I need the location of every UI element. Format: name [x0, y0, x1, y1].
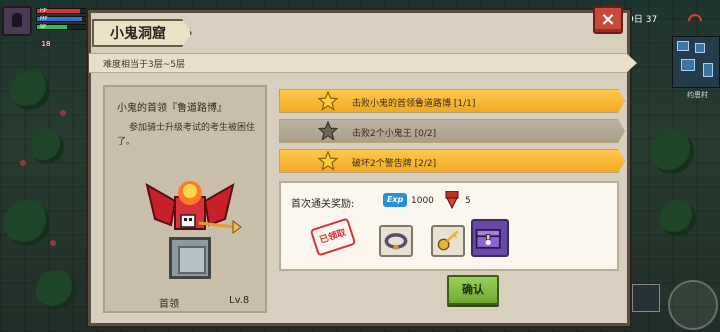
claimed-stamp: 已领取 [309, 217, 357, 257]
difficulty-text: 难度相当于3层~5层 [103, 60, 185, 70]
exp-amount: 1000 [411, 196, 434, 206]
minimap[interactable] [672, 36, 720, 88]
minimap-room [681, 59, 695, 71]
location-name: 约恩村 [687, 91, 708, 99]
star-filled-icon [318, 151, 338, 171]
reward-item-chest[interactable] [471, 219, 509, 257]
first-clear-rewards: 首次通关奖励: Exp 1000 5 已领取 [279, 181, 619, 271]
difficulty-banner: 难度相当于3层~5层 [89, 53, 637, 73]
dungeon-info-dialog: 小鬼洞窟 × 难度相当于3层~5层 小鬼的首领『鲁道路博』 参加骑士升级考试的考… [88, 6, 637, 326]
hp-label: HP [40, 8, 47, 14]
boss-description: 参加骑士升级考试的考生被困住了。 [117, 123, 256, 147]
reward-item-collar[interactable] [379, 225, 413, 257]
sp-label: SP [40, 24, 47, 30]
mp-label: MP [40, 16, 48, 22]
objective-text: 击败小鬼的首领鲁道路博 [1/1] [352, 99, 476, 109]
medal-amount: 5 [465, 196, 471, 206]
alert-icon [686, 12, 700, 26]
medal-icon [445, 191, 459, 209]
dialog-title-tab: 小鬼洞窟 [92, 19, 192, 47]
dialog-title: 小鬼洞窟 [110, 26, 166, 42]
boss-name: 小鬼的首领『鲁道路博』 [117, 103, 227, 114]
minimap-room [695, 43, 705, 53]
objective-item: 破坏2个警告牌 [2/2] [279, 149, 625, 173]
rewards-label: 首次通关奖励: [291, 199, 355, 210]
player-level-badge: 18 [38, 39, 54, 50]
key-icon [437, 230, 459, 251]
player-status-hud: HP MP SP 18 [2, 4, 92, 50]
objective-text: 击败2个小鬼王 [0/2] [352, 129, 437, 139]
demon-boss-icon [145, 181, 242, 234]
objective-item: 击败2个小鬼王 [0/2] [279, 119, 625, 143]
objective-item: 击败小鬼的首领鲁道路博 [1/1] [279, 89, 625, 113]
minimap-room [703, 63, 713, 77]
boss-level: Lv.8 [229, 295, 250, 306]
minimap-room [677, 41, 689, 51]
weapon-swap-button[interactable] [632, 284, 660, 312]
exp-icon: Exp [383, 193, 407, 207]
star-filled-icon [318, 91, 338, 111]
objective-list: 击败小鬼的首领鲁道路博 [1/1] 击败2个小鬼王 [0/2] 破坏2个警告牌 [2… [279, 89, 625, 179]
boss-card: 小鬼的首领『鲁道路博』 参加骑士升级考试的考生被困住了。 首领 Lv.8 [103, 85, 267, 313]
collar-icon [384, 233, 408, 250]
confirm-button[interactable]: 确认 [447, 275, 499, 305]
star-empty-icon [318, 121, 338, 141]
reward-item-key[interactable] [431, 225, 465, 257]
boss-portrait [135, 175, 245, 289]
boss-role-label: 首领 [159, 299, 179, 310]
objective-text: 破坏2个警告牌 [2/2] [352, 159, 437, 169]
close-button[interactable]: × [593, 6, 623, 34]
player-avatar[interactable] [2, 6, 32, 36]
attack-button[interactable] [668, 280, 718, 330]
chest-icon [475, 229, 501, 249]
